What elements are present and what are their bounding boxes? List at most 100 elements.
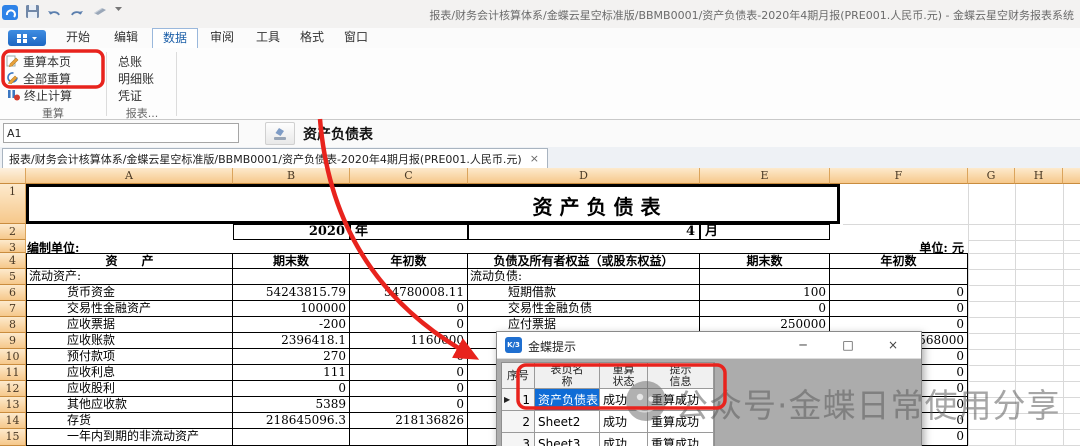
cell-B2-year[interactable]: 2020 xyxy=(233,224,350,240)
dialog-col-header-2[interactable]: 表页名称 xyxy=(535,363,600,389)
cell-asset-begin-row15[interactable] xyxy=(350,429,468,446)
column-header-H[interactable]: H xyxy=(1015,168,1063,184)
ribbon-item-凭证[interactable]: 凭证 xyxy=(118,88,142,104)
cell-asset-begin-row9[interactable]: 1160000 xyxy=(350,333,468,349)
cell-liability-end-row7[interactable]: 0 xyxy=(700,301,830,317)
cell-asset-end-row11[interactable]: 111 xyxy=(233,365,350,381)
cell-asset-begin-row11[interactable]: 0 xyxy=(350,365,468,381)
cell-liability-begin-row6[interactable]: 0 xyxy=(830,285,968,301)
row-header-2[interactable]: 2 xyxy=(0,224,26,240)
cell-asset-name-row9[interactable]: 应收账款 xyxy=(26,333,233,349)
column-header-D[interactable]: D xyxy=(468,168,700,184)
cell-E2-month-unit[interactable]: 月 xyxy=(700,224,830,240)
dialog-message-row1[interactable]: 重算成功 xyxy=(648,389,714,411)
maximize-button[interactable]: □ xyxy=(834,332,862,358)
menu-tab-3[interactable]: 数据 xyxy=(152,28,198,49)
cell-asset-end-row8[interactable]: -200 xyxy=(233,317,350,333)
minimize-button[interactable]: ─ xyxy=(789,332,817,358)
cell-asset-name-row7[interactable]: 交易性金融资产 xyxy=(26,301,233,317)
cell-liability-end-row5[interactable] xyxy=(700,269,830,285)
cell-asset-begin-row13[interactable]: 0 xyxy=(350,397,468,413)
menu-tab-4[interactable]: 审阅 xyxy=(200,28,244,47)
table-header-4[interactable]: 负债及所有者权益（或股东权益） xyxy=(468,253,700,269)
dialog-col-header-1[interactable]: 序号 xyxy=(502,363,535,389)
cell-asset-name-row11[interactable]: 应收利息 xyxy=(26,365,233,381)
cell-asset-end-row10[interactable]: 270 xyxy=(233,349,350,365)
dialog-col-header-3[interactable]: 重算状态 xyxy=(600,363,648,389)
cell-asset-end-row9[interactable]: 2396418.1 xyxy=(233,333,350,349)
cell-asset-name-row14[interactable]: 存货 xyxy=(26,413,233,429)
cell-asset-name-row5[interactable]: 流动资产: xyxy=(26,269,233,285)
format-painter-icon[interactable] xyxy=(92,4,108,18)
menu-tab-7[interactable]: 窗口 xyxy=(336,28,376,47)
cell-asset-name-row10[interactable]: 预付款项 xyxy=(26,349,233,365)
ribbon-item-终止计算[interactable]: 终止计算 xyxy=(6,88,72,104)
cell-liability-begin-row7[interactable]: 0 xyxy=(830,301,968,317)
tab-close-icon[interactable]: × xyxy=(530,152,539,165)
save-icon[interactable] xyxy=(25,4,40,19)
column-header-partial[interactable] xyxy=(1063,168,1080,184)
dialog-title-bar[interactable]: K/3 金蝶提示 ─ □ × xyxy=(497,332,921,359)
table-header-6[interactable]: 年初数 xyxy=(830,253,968,269)
dialog-row-number[interactable]: ▶1 xyxy=(502,389,535,411)
ribbon-item-全部重算[interactable]: 全部重算 xyxy=(6,71,71,87)
menu-tab-6[interactable]: 格式 xyxy=(292,28,332,47)
cell-asset-begin-row8[interactable]: 0 xyxy=(350,317,468,333)
select-all-corner[interactable] xyxy=(0,168,26,184)
cell-liability-begin-row5[interactable] xyxy=(830,269,968,285)
cell-asset-name-row8[interactable]: 应收票据 xyxy=(26,317,233,333)
row-header-1[interactable]: 1 xyxy=(0,184,26,224)
cell-liability-name-row7[interactable]: 交易性金融负债 xyxy=(468,301,700,317)
row-header-7[interactable]: 7 xyxy=(0,301,26,317)
column-header-E[interactable]: E xyxy=(700,168,830,184)
table-header-5[interactable]: 期末数 xyxy=(700,253,830,269)
cell-asset-begin-row12[interactable]: 0 xyxy=(350,381,468,397)
cell-asset-name-row6[interactable]: 货币资金 xyxy=(26,285,233,301)
cell-reference-box[interactable] xyxy=(3,123,239,143)
file-menu-button[interactable] xyxy=(8,30,46,46)
table-header-3[interactable]: 年初数 xyxy=(350,253,468,269)
row-header-9[interactable]: 9 xyxy=(0,333,26,349)
row-header-13[interactable]: 13 xyxy=(0,397,26,413)
ribbon-item-明细账[interactable]: 明细账 xyxy=(118,71,154,87)
cell-asset-end-row5[interactable] xyxy=(233,269,350,285)
cell-A3-prepared-label[interactable]: 编制单位: xyxy=(27,241,227,253)
row-header-12[interactable]: 12 xyxy=(0,381,26,397)
column-header-B[interactable]: B xyxy=(233,168,350,184)
menu-tab-2[interactable]: 编辑 xyxy=(104,28,148,47)
cell-asset-end-row15[interactable] xyxy=(233,429,350,446)
cell-asset-name-row13[interactable]: 其他应收款 xyxy=(26,397,233,413)
cell-asset-end-row13[interactable]: 5389 xyxy=(233,397,350,413)
dialog-sheet-name-row2[interactable]: Sheet2 xyxy=(535,411,600,433)
cell-liability-name-row5[interactable]: 流动负债: xyxy=(468,269,700,285)
quick-access-dropdown-icon[interactable] xyxy=(114,4,123,13)
dialog-message-row2[interactable]: 重算成功 xyxy=(648,411,714,433)
cell-asset-begin-row5[interactable] xyxy=(350,269,468,285)
stamp-icon[interactable] xyxy=(265,122,295,145)
row-header-11[interactable]: 11 xyxy=(0,365,26,381)
dialog-message-row3[interactable]: 重算成功 xyxy=(648,433,714,446)
cell-D2-month[interactable]: 4 xyxy=(468,224,700,240)
cell-asset-begin-row7[interactable]: 0 xyxy=(350,301,468,317)
dialog-recalc-status-row2[interactable]: 成功 xyxy=(600,411,648,433)
dialog-recalc-status-row3[interactable]: 成功 xyxy=(600,433,648,446)
menu-tab-1[interactable]: 开始 xyxy=(56,28,100,47)
cell-asset-end-row14[interactable]: 218645096.3 xyxy=(233,413,350,429)
redo-icon[interactable] xyxy=(69,4,84,19)
cell-asset-end-row7[interactable]: 100000 xyxy=(233,301,350,317)
column-header-C[interactable]: C xyxy=(350,168,468,184)
close-button[interactable]: × xyxy=(879,332,907,358)
cell-C2-year-unit[interactable]: 年 xyxy=(350,224,468,240)
row-header-15[interactable]: 15 xyxy=(0,429,26,446)
row-header-3[interactable]: 3 xyxy=(0,240,26,253)
cell-asset-begin-row6[interactable]: 54780008.11 xyxy=(350,285,468,301)
dialog-col-header-4[interactable]: 提示信息 xyxy=(648,363,714,389)
cell-liability-name-row6[interactable]: 短期借款 xyxy=(468,285,700,301)
undo-icon[interactable] xyxy=(47,4,62,19)
cell-asset-end-row12[interactable]: 0 xyxy=(233,381,350,397)
dialog-row-number[interactable]: 3 xyxy=(502,433,535,446)
app-logo-icon[interactable] xyxy=(2,4,19,21)
menu-tab-5[interactable]: 工具 xyxy=(248,28,288,47)
cell-asset-begin-row10[interactable]: 0 xyxy=(350,349,468,365)
formula-value[interactable]: 资产负债表 xyxy=(303,124,373,144)
